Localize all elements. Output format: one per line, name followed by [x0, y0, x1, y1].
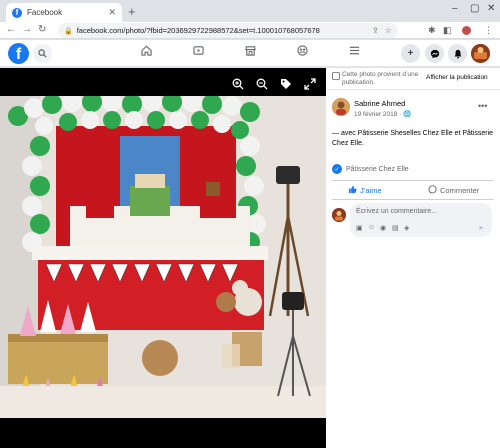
party-photo — [0, 96, 326, 418]
browser-tab[interactable]: f Facebook ✕ — [6, 3, 122, 22]
photo-viewer — [0, 68, 326, 448]
zoom-out-icon[interactable] — [256, 78, 268, 93]
gif-icon[interactable]: ▤ — [392, 224, 399, 232]
author-avatar[interactable] — [332, 98, 350, 116]
globe-icon: 🌐 — [403, 111, 412, 118]
marketplace-icon[interactable] — [240, 45, 260, 59]
info-icon — [332, 72, 340, 82]
like-icon — [348, 185, 357, 196]
sidepanel-icon[interactable]: ◧ — [443, 25, 452, 36]
comment-box[interactable]: Écrivez un commentaire... ▣ ☺ ◉ ▤ ◈ ➤ — [350, 203, 492, 237]
camera-icon[interactable]: ◉ — [380, 224, 386, 232]
sticker-icon[interactable]: ▣ — [356, 224, 363, 232]
comment-label: Commenter — [440, 186, 480, 195]
tab-title: Facebook — [27, 8, 63, 17]
search-icon[interactable] — [33, 44, 52, 63]
page-icon: ✓ — [332, 164, 342, 174]
page-name: Pâtisserie Chez Elle — [346, 165, 409, 173]
maximize-icon[interactable]: ▢ — [470, 3, 479, 14]
source-post-notice: Cette photo provient d’une publication. … — [326, 68, 500, 90]
minimize-icon[interactable]: – — [452, 3, 458, 14]
groups-icon[interactable] — [292, 45, 312, 59]
facebook-header: f + — [0, 40, 500, 67]
forward-icon[interactable]: → — [22, 24, 32, 35]
facebook-favicon-icon: f — [12, 7, 22, 18]
tagged-page[interactable]: ✓ Pâtisserie Chez Elle — [332, 164, 409, 174]
back-icon[interactable]: ← — [6, 24, 16, 35]
view-post-link[interactable]: Afficher la publication — [426, 74, 488, 81]
send-icon[interactable]: ➤ — [478, 224, 484, 232]
zoom-in-icon[interactable] — [232, 78, 244, 93]
plus-icon[interactable]: + — [401, 44, 420, 63]
fullscreen-icon[interactable] — [304, 78, 316, 93]
post-sidebar: Cette photo provient d’une publication. … — [326, 68, 500, 448]
bookmark-star-icon[interactable]: ☆ — [385, 26, 392, 35]
tag-icon[interactable] — [280, 78, 292, 93]
avatar-sticker-icon[interactable]: ◈ — [404, 224, 409, 232]
new-tab-icon[interactable]: + — [128, 4, 136, 19]
browser-toolbar: ← → ↻ 🔒 facebook.com/photo/?fbid=2036929… — [0, 22, 500, 39]
bell-icon[interactable] — [448, 44, 467, 63]
home-icon[interactable] — [136, 45, 156, 59]
like-label: J’aime — [360, 186, 382, 195]
comment-button[interactable]: Commenter — [428, 185, 479, 196]
facebook-logo-icon[interactable]: f — [8, 43, 29, 64]
comment-input[interactable]: Écrivez un commentaire... — [356, 208, 437, 215]
share-icon[interactable]: ⇪ — [372, 26, 379, 35]
close-window-icon[interactable]: ✕ — [487, 3, 495, 14]
avatar[interactable] — [471, 44, 490, 63]
comment-icon — [428, 185, 437, 196]
post-actions: J’aime Commenter — [332, 180, 494, 200]
lock-icon: 🔒 — [64, 27, 73, 35]
extensions-icon[interactable]: ✱ — [428, 25, 436, 36]
address-bar[interactable]: 🔒 facebook.com/photo/?fbid=2036929722988… — [58, 23, 398, 38]
notice-text: Cette photo provient d’une publication. — [342, 71, 419, 86]
browser-menu-icon[interactable]: ⋮ — [484, 25, 493, 36]
post-date[interactable]: 19 février 2018 · 🌐 — [354, 110, 411, 118]
browser-tab-strip: f Facebook ✕ + – ▢ ✕ — [0, 0, 500, 22]
like-button[interactable]: J’aime — [348, 185, 382, 196]
profile-avatar-icon[interactable] — [462, 26, 471, 35]
more-options-icon[interactable]: ••• — [478, 101, 487, 111]
emoji-icon[interactable]: ☺ — [368, 224, 375, 231]
messenger-icon[interactable] — [425, 44, 444, 63]
tab-close-icon[interactable]: ✕ — [108, 7, 116, 18]
current-user-avatar — [332, 208, 346, 222]
post-caption: — avec Pâtisserie Sheselles Chez Elle et… — [332, 130, 494, 147]
url-text: facebook.com/photo/?fbid=203692972298857… — [76, 26, 320, 35]
video-icon[interactable] — [188, 45, 208, 59]
reload-icon[interactable]: ↻ — [38, 24, 46, 35]
author-name[interactable]: Sabrine Ahmed — [354, 99, 405, 108]
menu-icon[interactable] — [344, 45, 364, 59]
